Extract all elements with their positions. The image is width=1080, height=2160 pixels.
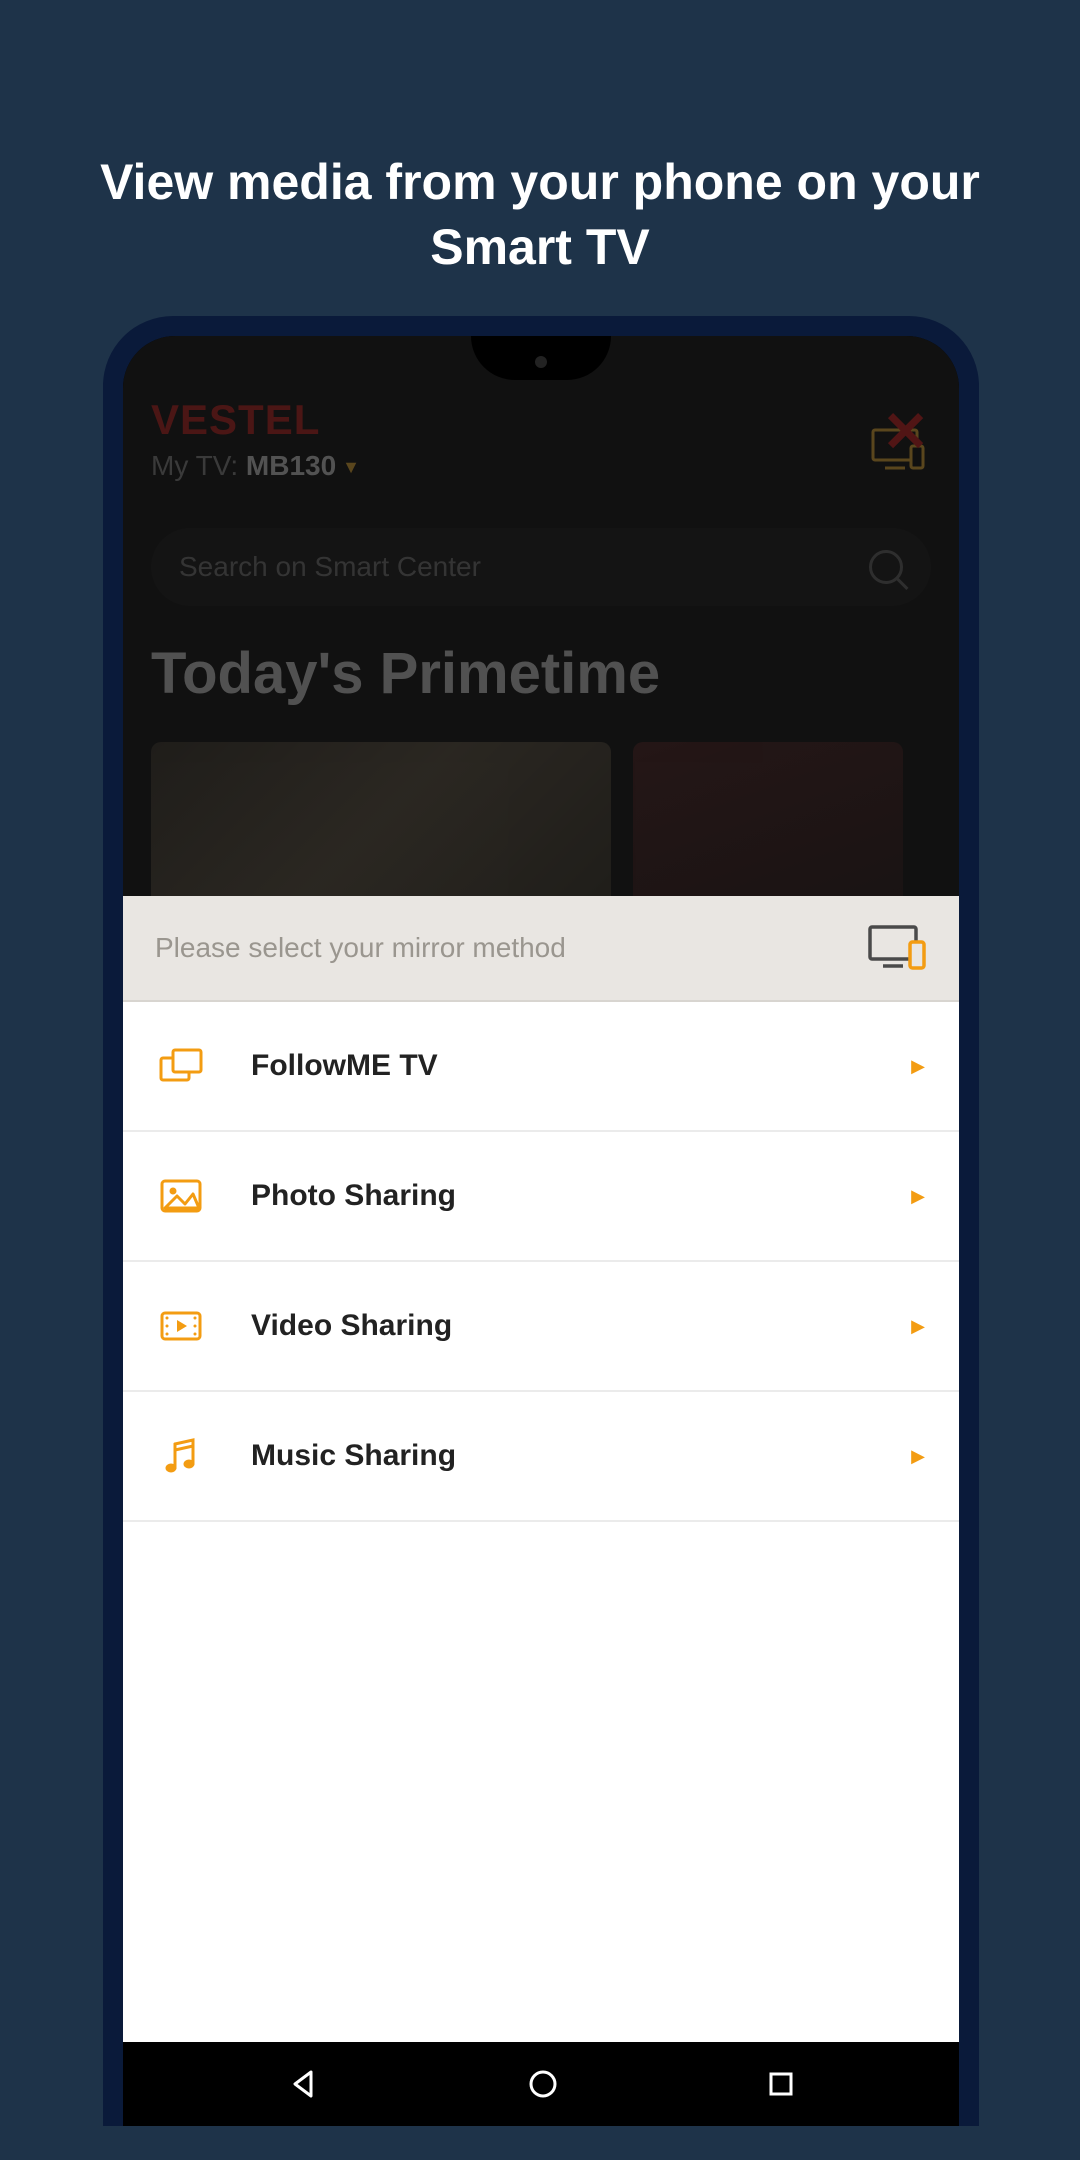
sheet-list: FollowME TV ▶ Photo Sharing ▶: [123, 1002, 959, 2042]
music-icon: [157, 1432, 205, 1480]
option-label: Music Sharing: [251, 1439, 456, 1473]
video-icon: [157, 1302, 205, 1350]
chevron-right-icon: ▶: [911, 1056, 925, 1077]
phone-screen-bezel: VESTEL My TV: MB130 ▼ ✕ Search on Smart C…: [123, 336, 959, 2126]
chevron-right-icon: ▶: [911, 1316, 925, 1337]
nav-back-button[interactable]: [287, 2068, 319, 2100]
search-icon: [869, 550, 903, 584]
tv-label-prefix: My TV:: [151, 450, 246, 481]
close-icon[interactable]: ✕: [882, 404, 929, 460]
tv-selector[interactable]: My TV: MB130 ▼: [151, 450, 931, 482]
brand-logo: VESTEL: [151, 396, 931, 444]
search-input[interactable]: Search on Smart Center: [151, 528, 931, 606]
mirror-method-sheet: Please select your mirror method: [123, 896, 959, 2042]
android-nav-bar: [123, 2042, 959, 2126]
photo-icon: [157, 1172, 205, 1220]
screens-icon: [157, 1042, 205, 1090]
promo-headline: View media from your phone on your Smart…: [0, 0, 1080, 280]
cast-icon: [867, 924, 927, 972]
nav-recent-button[interactable]: [767, 2070, 795, 2098]
mirror-option-followme[interactable]: FollowME TV ▶: [123, 1002, 959, 1132]
phone-frame: VESTEL My TV: MB130 ▼ ✕ Search on Smart C…: [103, 316, 979, 2126]
nav-home-button[interactable]: [527, 2068, 559, 2100]
mirror-option-video[interactable]: Video Sharing ▶: [123, 1262, 959, 1392]
mirror-option-photo[interactable]: Photo Sharing ▶: [123, 1132, 959, 1262]
chevron-right-icon: ▶: [911, 1446, 925, 1467]
option-label: FollowME TV: [251, 1049, 438, 1083]
chevron-down-icon: ▼: [342, 457, 360, 477]
option-label: Photo Sharing: [251, 1179, 456, 1213]
screen: VESTEL My TV: MB130 ▼ ✕ Search on Smart C…: [123, 336, 959, 2126]
search-placeholder: Search on Smart Center: [179, 551, 481, 583]
sheet-title: Please select your mirror method: [155, 932, 566, 964]
section-title: Today's Primetime: [151, 642, 931, 706]
option-label: Video Sharing: [251, 1309, 452, 1343]
mirror-option-music[interactable]: Music Sharing ▶: [123, 1392, 959, 1522]
tv-name: MB130: [246, 450, 336, 481]
phone-camera: [535, 356, 547, 368]
chevron-right-icon: ▶: [911, 1186, 925, 1207]
sheet-header: Please select your mirror method: [123, 896, 959, 1002]
